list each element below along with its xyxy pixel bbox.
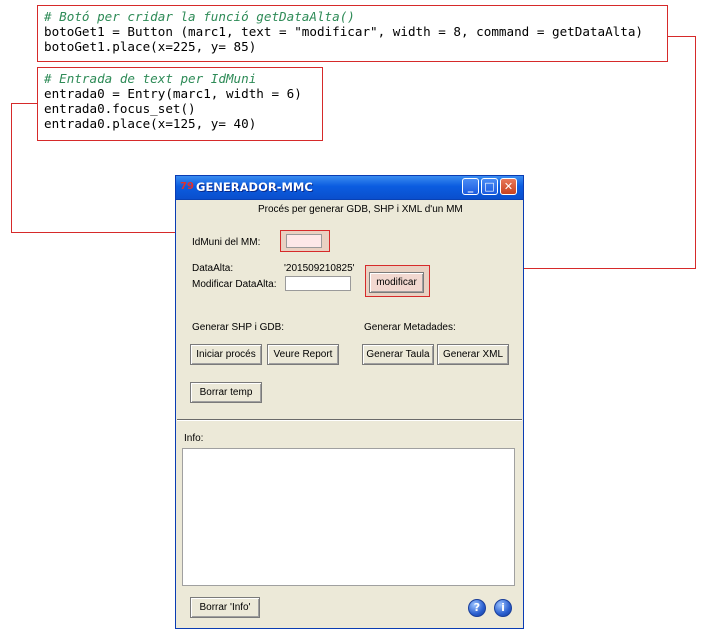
info-text-area[interactable]	[182, 448, 515, 586]
code-comment: # Entrada de text per IdMuni	[44, 71, 257, 86]
title-bar[interactable]: 79 GENERADOR-MMC _ □ ✕	[176, 176, 523, 200]
code-line: botoGet1.place(x=225, y= 85)	[44, 39, 257, 54]
connector-line	[667, 36, 696, 37]
info-label: Info:	[184, 433, 204, 444]
modificar-dataalta-label: Modificar DataAlta:	[192, 279, 277, 290]
modificar-button[interactable]: modificar	[369, 272, 424, 293]
idmuni-label: IdMuni del MM:	[192, 237, 261, 248]
modificar-dataalta-input[interactable]	[285, 276, 351, 291]
borrar-temp-button[interactable]: Borrar temp	[190, 382, 262, 403]
info-icon[interactable]: i	[494, 599, 512, 617]
veure-report-button[interactable]: Veure Report	[267, 344, 339, 365]
dataalta-label: DataAlta:	[192, 263, 234, 274]
idmuni-input[interactable]	[286, 234, 322, 248]
generar-xml-button[interactable]: Generar XML	[437, 344, 509, 365]
connector-line	[11, 103, 38, 104]
page-heading: Procés per generar GDB, SHP i XML d'un M…	[258, 204, 463, 215]
app-logo-icon: 79	[180, 181, 194, 192]
window-title: GENERADOR-MMC	[196, 180, 313, 194]
code-line: entrada0.place(x=125, y= 40)	[44, 116, 257, 131]
generar-shp-gdb-label: Generar SHP i GDB:	[192, 322, 285, 333]
dataalta-value: '201509210825'	[284, 263, 355, 274]
iniciar-proces-button[interactable]: Iniciar procés	[190, 344, 262, 365]
close-button[interactable]: ✕	[500, 178, 517, 195]
minimize-button[interactable]: _	[462, 178, 479, 195]
borrar-info-button[interactable]: Borrar 'Info'	[190, 597, 260, 618]
code-line: botoGet1 = Button (marc1, text = "modifi…	[44, 24, 643, 39]
code-annotation-entry: # Entrada de text per IdMuni entrada0 = …	[37, 67, 323, 141]
code-line: entrada0.focus_set()	[44, 101, 196, 116]
connector-line	[11, 103, 12, 233]
help-icon[interactable]: ?	[468, 599, 486, 617]
generar-metadades-label: Generar Metadades:	[364, 322, 456, 333]
connector-line	[695, 36, 696, 269]
app-window: 79 GENERADOR-MMC _ □ ✕ Procés per genera…	[175, 175, 524, 629]
maximize-button[interactable]: □	[481, 178, 498, 195]
code-comment: # Botó per cridar la funció getDataAlta(…	[44, 9, 355, 24]
section-divider	[177, 419, 522, 421]
code-annotation-button: # Botó per cridar la funció getDataAlta(…	[37, 5, 668, 62]
code-line: entrada0 = Entry(marc1, width = 6)	[44, 86, 302, 101]
generar-taula-button[interactable]: Generar Taula	[362, 344, 434, 365]
